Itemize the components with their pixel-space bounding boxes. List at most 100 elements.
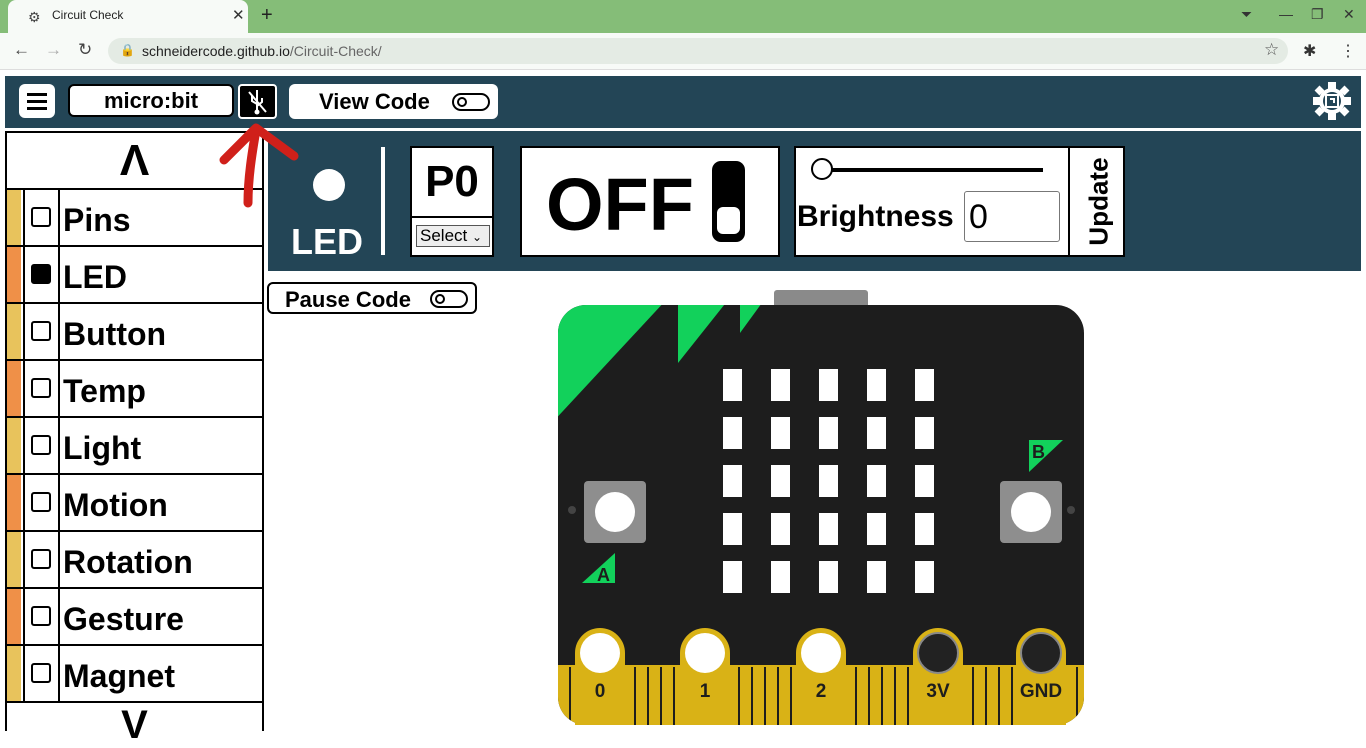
led-power-switch[interactable]	[712, 161, 745, 242]
lock-icon: 🔒	[120, 43, 135, 57]
update-button[interactable]: Update	[1068, 146, 1127, 257]
sidebar-checkbox[interactable]	[31, 492, 51, 512]
button-a-label: A	[597, 565, 610, 585]
matrix-led	[723, 417, 742, 449]
matrix-led	[819, 369, 838, 401]
close-window-icon[interactable]: ✕	[1343, 6, 1355, 23]
sidebar-item-label: Pins	[63, 202, 131, 238]
sidebar-item-button[interactable]: Button	[7, 304, 262, 361]
category-color-strip	[7, 247, 21, 302]
circuit-gear-icon[interactable]	[1313, 82, 1351, 120]
sidebar-checkbox-cell	[23, 589, 60, 644]
brightness-slider[interactable]	[821, 168, 1043, 172]
back-icon[interactable]: ←	[13, 40, 30, 60]
pin-box: P0 Select ⌄	[410, 146, 494, 257]
chip-favicon-icon: ⚙	[28, 9, 41, 25]
hamburger-menu-button[interactable]	[19, 84, 55, 118]
sidebar-item-motion[interactable]: Motion	[7, 475, 262, 532]
address-bar: ← → ↻ 🔒 schneidercode.github.io/Circuit-…	[0, 33, 1366, 70]
sidebar-item-led[interactable]: LED	[7, 247, 262, 304]
browser-menu-icon[interactable]: ⋮	[1340, 41, 1356, 61]
button-a[interactable]	[584, 481, 646, 543]
matrix-led	[867, 369, 886, 401]
microbit-board: A B 0 1 2 3V GND	[558, 290, 1084, 725]
pause-code-label: Pause Code	[285, 287, 411, 312]
sidebar-checkbox[interactable]	[31, 321, 51, 341]
pause-code-toggle[interactable]: Pause Code	[267, 282, 477, 314]
view-code-switch[interactable]	[452, 93, 490, 111]
sidebar-checkbox-cell	[23, 418, 60, 473]
matrix-led	[867, 465, 886, 497]
sidebar-item-rotation[interactable]: Rotation	[7, 532, 262, 589]
tab-search-icon[interactable]: ⏷	[1241, 6, 1252, 23]
sidebar-checkbox-cell	[23, 190, 60, 245]
pin-1[interactable]: 1	[680, 628, 730, 725]
divider	[381, 147, 385, 255]
matrix-led	[867, 513, 886, 545]
category-color-strip	[7, 646, 21, 701]
category-color-strip	[7, 475, 21, 530]
matrix-led	[915, 417, 934, 449]
pin-gnd[interactable]: GND	[1016, 628, 1066, 725]
view-code-toggle[interactable]: View Code	[289, 84, 498, 119]
led-state-box: OFF	[520, 146, 780, 257]
extensions-icon[interactable]: ✱	[1303, 41, 1316, 61]
tab-title: Circuit Check	[52, 8, 124, 22]
url-field[interactable]: 🔒 schneidercode.github.io/Circuit-Check/…	[108, 38, 1288, 64]
category-color-strip	[7, 304, 21, 359]
reload-icon[interactable]: ↻	[78, 40, 92, 60]
sidebar-checkbox-cell	[23, 304, 60, 359]
led-state-text: OFF	[546, 163, 694, 246]
brightness-input[interactable]: 0	[964, 191, 1060, 242]
browser-tab[interactable]: ⚙ Circuit Check ✕	[8, 0, 248, 33]
matrix-led	[771, 465, 790, 497]
app-header: micro:bit View Code	[5, 76, 1361, 128]
brightness-label: Brightness	[797, 200, 954, 233]
matrix-led	[771, 417, 790, 449]
pin-2[interactable]: 2	[796, 628, 846, 725]
sidebar-item-label: Button	[63, 316, 167, 352]
matrix-led	[723, 513, 742, 545]
sidebar-item-gesture[interactable]: Gesture	[7, 589, 262, 646]
sidebar-checkbox[interactable]	[31, 264, 51, 284]
pin-select[interactable]: Select ⌄	[416, 225, 490, 247]
sidebar-item-temp[interactable]: Temp	[7, 361, 262, 418]
sidebar-item-label: Light	[63, 430, 142, 466]
button-b[interactable]	[1000, 481, 1062, 543]
tab-close-icon[interactable]: ✕	[232, 6, 245, 24]
sidebar-checkbox[interactable]	[31, 207, 51, 227]
scroll-down-button[interactable]: V	[7, 703, 262, 748]
brightness-box: Brightness 0 Update	[794, 146, 1125, 257]
update-label: Update	[1083, 157, 1114, 246]
minimize-icon[interactable]: —	[1279, 6, 1293, 22]
sidebar-item-label: Gesture	[63, 601, 184, 637]
sidebar-checkbox[interactable]	[31, 549, 51, 569]
pin-label: 0	[595, 681, 606, 702]
led-control-panel: LED P0 Select ⌄ OFF Brightness 0 Update	[268, 131, 1361, 271]
pin-0[interactable]: 0	[575, 628, 625, 725]
pin-select-value: Select	[420, 226, 468, 245]
sidebar-checkbox-cell	[23, 475, 60, 530]
new-tab-icon[interactable]: +	[261, 4, 273, 27]
sidebar-checkbox[interactable]	[31, 663, 51, 683]
sidebar-item-light[interactable]: Light	[7, 418, 262, 475]
brightness-slider-knob[interactable]	[811, 158, 833, 180]
sidebar-item-magnet[interactable]: Magnet	[7, 646, 262, 703]
matrix-led	[819, 417, 838, 449]
sidebar-checkbox-cell	[23, 532, 60, 587]
matrix-led	[915, 465, 934, 497]
sidebar-item-label: Rotation	[63, 544, 193, 580]
category-color-strip	[7, 361, 21, 416]
pin-3v[interactable]: 3V	[913, 628, 963, 725]
pause-code-switch[interactable]	[430, 290, 468, 308]
sidebar-checkbox[interactable]	[31, 606, 51, 626]
sidebar-checkbox[interactable]	[31, 378, 51, 398]
bookmark-star-icon[interactable]: ☆	[1264, 40, 1279, 60]
pin-label: 3V	[926, 681, 950, 702]
sidebar-checkbox[interactable]	[31, 435, 51, 455]
matrix-led	[771, 369, 790, 401]
matrix-led	[867, 417, 886, 449]
restore-icon[interactable]: ❐	[1311, 6, 1324, 23]
forward-icon[interactable]: →	[45, 40, 62, 60]
sensor-sidebar: Λ Pins LED Button Temp Light Motion Rotation Ge…	[5, 131, 264, 747]
